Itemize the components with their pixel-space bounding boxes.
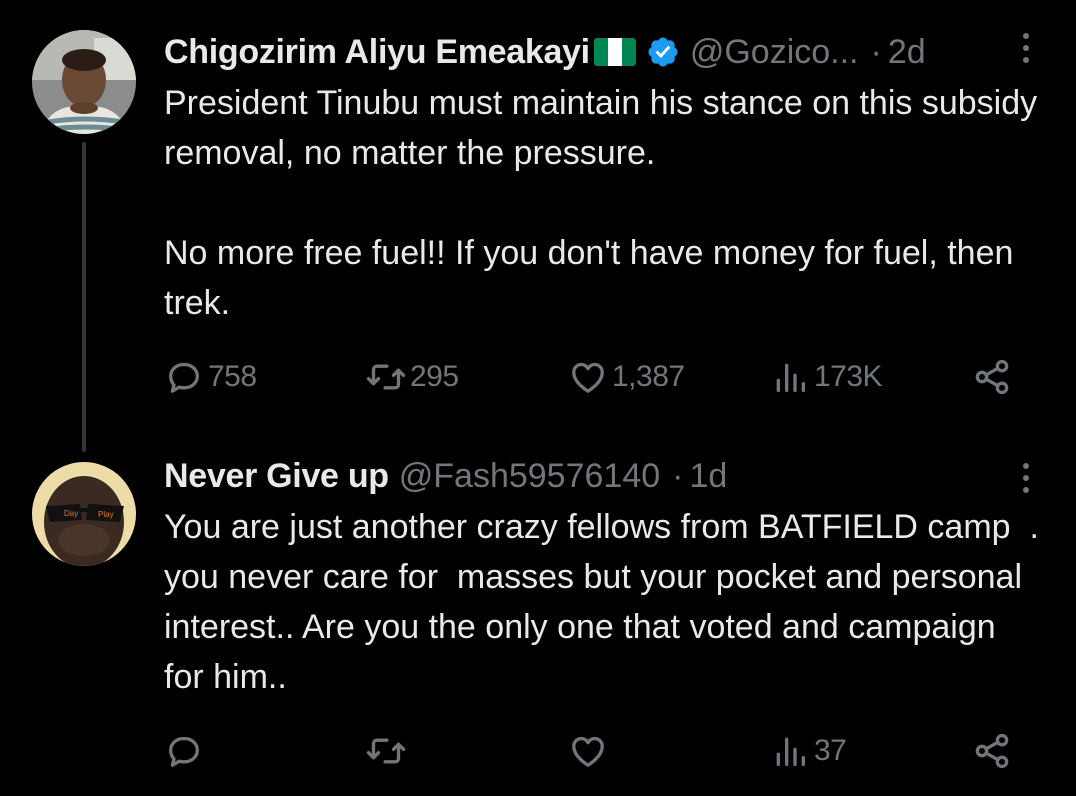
- views-button[interactable]: 173K: [770, 352, 883, 402]
- share-button[interactable]: [972, 352, 1012, 402]
- avatar[interactable]: [32, 30, 136, 134]
- repost-count: 295: [410, 360, 459, 393]
- verified-badge-icon[interactable]: [646, 35, 680, 69]
- share-icon: [975, 733, 1009, 769]
- display-name[interactable]: Chigozirim Aliyu Emeakayi: [164, 32, 590, 72]
- separator-dot: ·: [870, 33, 882, 71]
- views-count: 173K: [814, 360, 883, 393]
- display-name[interactable]: Never Give up: [164, 456, 389, 496]
- tweet-header: Chigozirim Aliyu Emeakayi @Gozico... · 2…: [164, 32, 926, 72]
- tweet-actions: 758 295 1,387 173K: [164, 352, 1024, 402]
- share-icon: [975, 359, 1009, 395]
- like-icon: [572, 736, 604, 767]
- reply-icon: [169, 736, 199, 767]
- views-icon: [776, 737, 805, 766]
- tweet[interactable]: Day Play Never Give up @Fash59576140 · 1…: [0, 440, 1076, 796]
- repost-button[interactable]: [366, 726, 410, 776]
- like-count: 1,387: [612, 360, 685, 393]
- reply-count: 758: [208, 360, 257, 393]
- sunglasses-text-play: Play: [98, 510, 114, 519]
- reply-icon: [169, 362, 199, 393]
- user-handle[interactable]: @Gozico...: [690, 32, 859, 72]
- reply-button[interactable]: [164, 726, 208, 776]
- nigeria-flag-icon: [593, 38, 636, 66]
- separator-dot: ·: [672, 457, 684, 495]
- repost-button[interactable]: 295: [366, 352, 459, 402]
- like-button[interactable]: 1,387: [568, 352, 685, 402]
- views-count: 37: [814, 734, 847, 767]
- views-button[interactable]: 37: [770, 726, 847, 776]
- reply-button[interactable]: 758: [164, 352, 257, 402]
- repost-icon: [366, 364, 406, 390]
- timestamp[interactable]: 2d: [888, 32, 926, 72]
- thread-line: [82, 142, 86, 452]
- tweet[interactable]: Chigozirim Aliyu Emeakayi @Gozico... · 2…: [0, 0, 1076, 452]
- repost-icon: [366, 738, 406, 764]
- share-button[interactable]: [972, 726, 1012, 776]
- more-icon[interactable]: [1016, 28, 1036, 68]
- more-icon[interactable]: [1016, 458, 1036, 498]
- timestamp[interactable]: 1d: [689, 456, 727, 496]
- like-icon: [572, 362, 604, 393]
- tweet-header: Never Give up @Fash59576140 · 1d: [164, 456, 727, 496]
- views-icon: [776, 363, 805, 392]
- sunglasses-text-day: Day: [64, 509, 78, 518]
- avatar[interactable]: Day Play: [32, 462, 136, 566]
- like-button[interactable]: [568, 726, 612, 776]
- user-handle[interactable]: @Fash59576140: [399, 456, 660, 496]
- tweet-text: President Tinubu must maintain his stanc…: [164, 84, 1038, 322]
- tweet-actions: 37: [164, 726, 1024, 776]
- tweet-text: You are just another crazy fellows from …: [164, 508, 1049, 696]
